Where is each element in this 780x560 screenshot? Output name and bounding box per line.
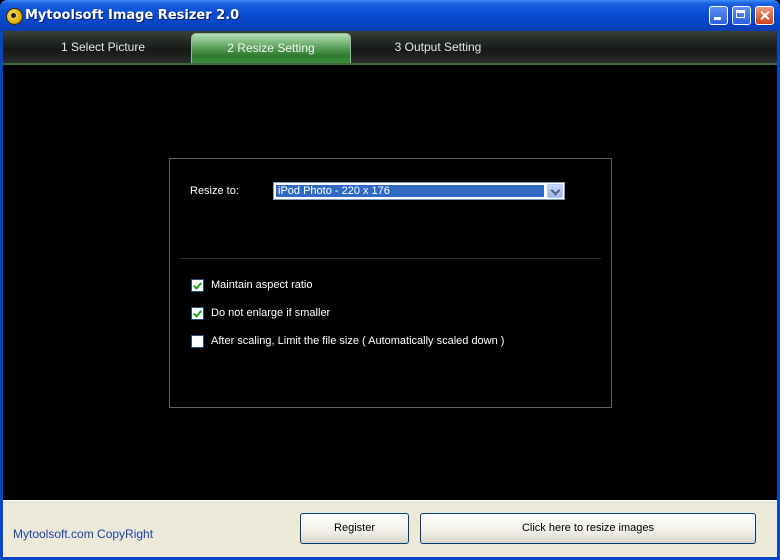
register-button[interactable]: Register <box>300 513 409 544</box>
do-not-enlarge-label: Do not enlarge if smaller <box>211 307 331 319</box>
footer-bar: Mytoolsoft.com CopyRight Register Click … <box>3 500 777 558</box>
chevron-down-icon[interactable] <box>547 184 563 198</box>
title-bar[interactable]: Mytoolsoft Image Resizer 2.0 <box>0 0 780 31</box>
tab-resize-setting[interactable]: 2 Resize Setting <box>191 33 351 63</box>
copyright-link[interactable]: Mytoolsoft.com CopyRight <box>13 527 153 541</box>
close-button[interactable] <box>755 6 774 25</box>
maximize-button[interactable] <box>732 6 751 25</box>
divider <box>180 258 601 259</box>
maintain-aspect-ratio-label: Maintain aspect ratio <box>211 279 313 291</box>
limit-file-size-label: After scaling, Limit the file size ( Aut… <box>211 335 505 347</box>
resize-to-label: Resize to: <box>190 185 239 197</box>
tab-select-picture[interactable]: 1 Select Picture <box>23 31 183 63</box>
do-not-enlarge-checkbox[interactable] <box>191 307 204 320</box>
app-window: Mytoolsoft Image Resizer 2.0 1 Select Pi… <box>0 0 780 560</box>
window-border-left <box>0 31 3 560</box>
app-icon[interactable] <box>6 8 23 25</box>
resize-preset-value: iPod Photo - 220 x 176 <box>275 184 545 198</box>
minimize-button[interactable] <box>709 6 728 25</box>
tab-output-setting[interactable]: 3 Output Setting <box>358 31 518 63</box>
resize-settings-panel: Resize to: iPod Photo - 220 x 176 Mainta… <box>169 158 612 408</box>
limit-file-size-checkbox[interactable] <box>191 335 204 348</box>
resize-preset-dropdown[interactable]: iPod Photo - 220 x 176 <box>273 182 565 200</box>
maintain-aspect-ratio-checkbox[interactable] <box>191 279 204 292</box>
resize-images-button[interactable]: Click here to resize images <box>420 513 756 544</box>
window-title: Mytoolsoft Image Resizer 2.0 <box>25 8 240 23</box>
tab-bar: 1 Select Picture 2 Resize Setting 3 Outp… <box>3 31 777 65</box>
